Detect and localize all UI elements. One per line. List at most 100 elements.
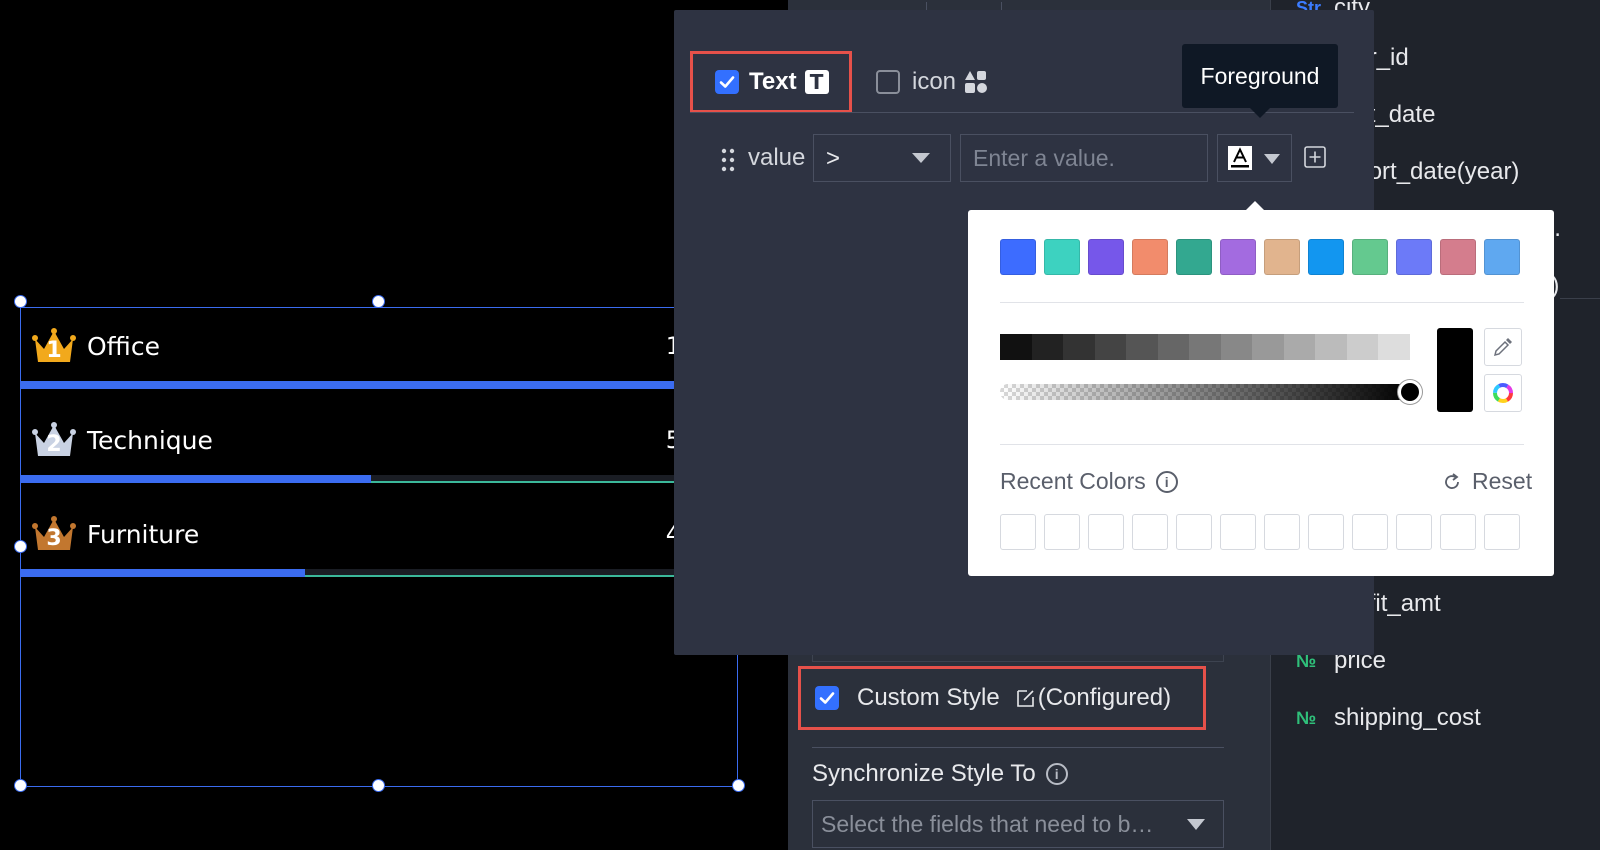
text-type-icon <box>804 70 829 94</box>
resize-handle-bottom-left[interactable] <box>14 779 27 792</box>
sync-fields-placeholder: Select the fields that need to b… <box>821 810 1154 837</box>
recent-color-slot[interactable] <box>1132 514 1168 550</box>
color-swatch[interactable] <box>1044 239 1080 275</box>
rank-name: Technique <box>87 426 213 455</box>
recent-color-slot[interactable] <box>1176 514 1212 550</box>
preset-swatches <box>1000 239 1520 275</box>
tab-text[interactable]: Text <box>690 51 852 113</box>
opacity-slider-knob[interactable] <box>1398 380 1422 404</box>
custom-style-checkbox[interactable] <box>815 686 839 710</box>
recent-color-slot[interactable] <box>1484 514 1520 550</box>
opacity-slider[interactable] <box>1000 384 1410 400</box>
gray-swatch[interactable] <box>1126 334 1158 360</box>
recent-color-slot[interactable] <box>1352 514 1388 550</box>
gray-swatch[interactable] <box>1283 334 1316 360</box>
color-swatch[interactable] <box>1396 239 1432 275</box>
recent-color-slot[interactable] <box>1308 514 1344 550</box>
resize-handle-bottom-right[interactable] <box>732 779 745 792</box>
gray-swatch[interactable] <box>1031 334 1064 360</box>
color-swatch[interactable] <box>1352 239 1388 275</box>
resize-handle-left[interactable] <box>14 540 27 553</box>
picker-divider <box>1000 302 1524 303</box>
rank-progress-track <box>21 569 681 577</box>
reset-button[interactable]: Reset <box>1442 468 1532 495</box>
recent-color-slot[interactable] <box>1440 514 1476 550</box>
rank-progress-fill <box>21 569 305 577</box>
sync-style-text: Synchronize Style To <box>812 760 1036 787</box>
recent-color-slot[interactable] <box>1396 514 1432 550</box>
color-swatch[interactable] <box>1132 239 1168 275</box>
rank-progress-fill <box>21 475 371 483</box>
rank-number: 3 <box>46 526 62 551</box>
sync-fields-select[interactable]: Select the fields that need to b… <box>812 800 1224 848</box>
operator-select[interactable]: > <box>813 134 951 182</box>
resize-handle-top-left[interactable] <box>14 295 27 308</box>
condition-field-label: value <box>748 144 806 171</box>
gray-swatch[interactable] <box>1094 334 1127 360</box>
chevron-down-icon <box>1187 819 1205 830</box>
text-checkbox[interactable] <box>715 70 739 94</box>
field-item[interactable]: shipping_cost <box>1334 704 1481 732</box>
shapes-icon <box>965 71 988 93</box>
selected-color-preview <box>1437 328 1473 412</box>
configured-status[interactable]: (Configured) <box>1038 684 1171 712</box>
gray-swatch[interactable] <box>1346 334 1379 360</box>
operator-value: > <box>826 145 841 172</box>
color-swatch[interactable] <box>1308 239 1344 275</box>
recent-color-slot[interactable] <box>1044 514 1080 550</box>
add-condition-icon[interactable] <box>1304 146 1326 168</box>
color-swatch[interactable] <box>1000 239 1036 275</box>
ranking-row: 2Technique5 <box>21 396 681 486</box>
gray-swatch[interactable] <box>1220 334 1253 360</box>
reset-label: Reset <box>1472 468 1533 494</box>
foreground-color-button[interactable] <box>1217 134 1292 182</box>
edit-icon[interactable] <box>1016 688 1036 708</box>
info-icon[interactable]: i <box>1045 763 1068 785</box>
picker-divider <box>1000 444 1524 445</box>
color-swatch[interactable] <box>1220 239 1256 275</box>
rank-name: Office <box>87 332 160 361</box>
recent-colors-text: Recent Colors <box>1000 468 1146 494</box>
gray-swatch[interactable] <box>1063 334 1095 360</box>
eyedropper-icon <box>1493 338 1512 357</box>
color-swatch[interactable] <box>1088 239 1124 275</box>
ranking-row: 1Office1 <box>21 302 681 392</box>
resize-handle-bottom[interactable] <box>372 779 385 792</box>
resize-handle-top[interactable] <box>372 295 385 308</box>
color-swatch[interactable] <box>1176 239 1212 275</box>
color-picker-dropdown: Recent Colors i Reset <box>968 201 1554 576</box>
grayscale-strip[interactable] <box>1000 334 1410 360</box>
recent-color-slot[interactable] <box>1220 514 1256 550</box>
color-swatch[interactable] <box>1484 239 1520 275</box>
icon-checkbox[interactable] <box>876 70 900 94</box>
chevron-down-icon <box>1264 154 1280 164</box>
recent-color-slots <box>1000 514 1520 550</box>
rank-name: Furniture <box>87 520 200 549</box>
recent-color-slot[interactable] <box>1000 514 1036 550</box>
condition-value-input[interactable] <box>960 134 1208 182</box>
custom-style-option[interactable]: Custom Style (Configured) <box>798 666 1206 730</box>
color-swatch[interactable] <box>1264 239 1300 275</box>
color-wheel-button[interactable] <box>1484 374 1522 412</box>
field-type-icon: № <box>1296 708 1317 728</box>
color-wheel-icon <box>1493 383 1513 403</box>
tab-text-label: Text <box>749 68 797 95</box>
ranking-row: 3Furniture4 <box>21 490 681 580</box>
drag-handle-icon[interactable] <box>720 148 736 172</box>
eyedropper-button[interactable] <box>1484 328 1522 366</box>
tab-icon[interactable]: icon <box>876 68 988 96</box>
gray-swatch[interactable] <box>1189 334 1221 360</box>
ranking-widget[interactable]: 1Office12Technique53Furniture4 <box>20 307 738 787</box>
gray-swatch[interactable] <box>1252 334 1284 360</box>
gray-swatch[interactable] <box>1378 334 1410 360</box>
chevron-down-icon <box>912 153 930 163</box>
gray-swatch[interactable] <box>1000 334 1032 360</box>
recent-color-slot[interactable] <box>1088 514 1124 550</box>
gray-swatch[interactable] <box>1157 334 1190 360</box>
color-swatch[interactable] <box>1440 239 1476 275</box>
gray-swatch[interactable] <box>1315 334 1347 360</box>
info-icon[interactable]: i <box>1155 470 1178 493</box>
recent-color-slot[interactable] <box>1264 514 1300 550</box>
tab-icon-label: icon <box>912 68 957 95</box>
rank-number: 1 <box>46 338 62 363</box>
